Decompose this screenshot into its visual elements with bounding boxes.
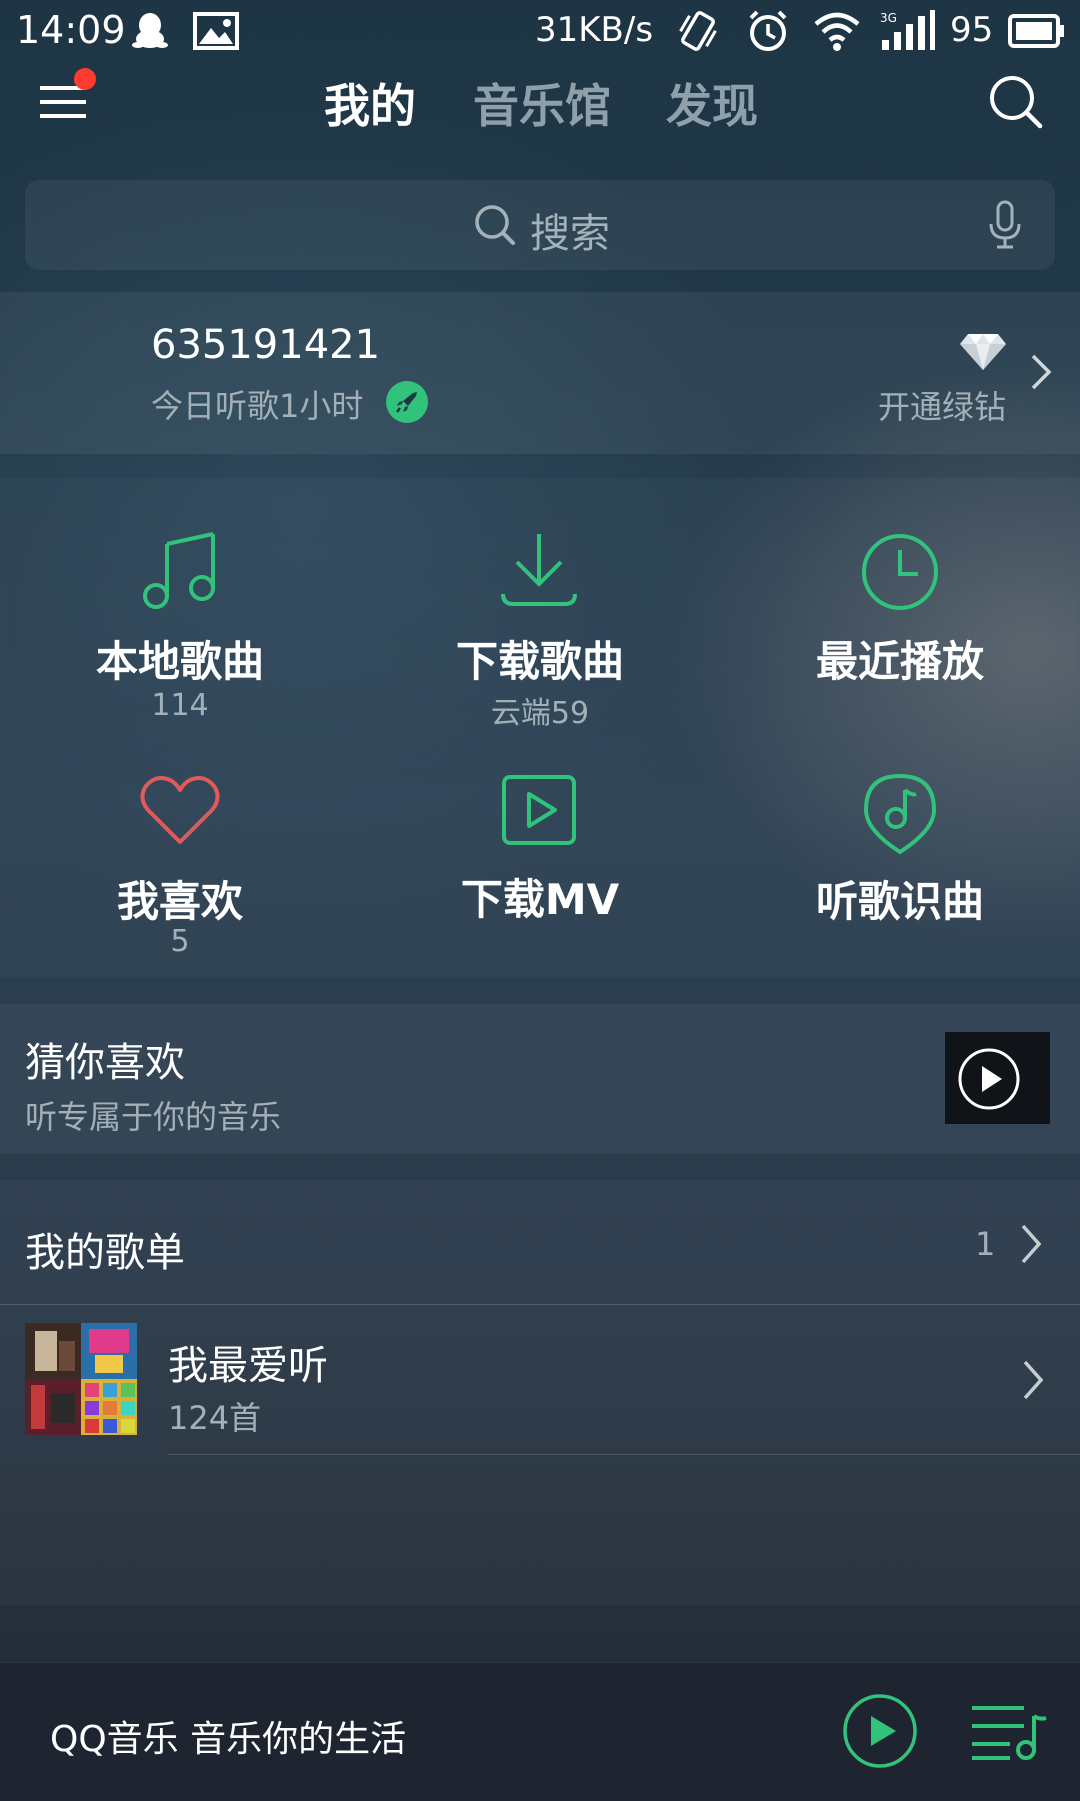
playlist-header-chevron-icon[interactable] — [1018, 1222, 1044, 1266]
account-listen-time: 今日听歌1小时 — [151, 387, 364, 425]
music-note-icon — [140, 528, 220, 612]
grid-sub-favorites: 5 — [170, 924, 190, 959]
clock-icon — [860, 532, 940, 612]
wifi-icon — [812, 10, 862, 52]
guess-title: 猜你喜欢 — [25, 1040, 185, 1086]
header-search-icon[interactable] — [988, 74, 1044, 130]
account-user-id: 635191421 — [151, 322, 381, 368]
grid-sub-download-songs: 云端59 — [490, 696, 590, 731]
image-icon — [193, 12, 239, 50]
alarm-icon — [745, 8, 791, 54]
account-card[interactable] — [0, 292, 1080, 454]
microphone-icon[interactable] — [987, 200, 1023, 250]
status-bar: 14:09 31KB/s 3G 95 — [0, 0, 1080, 62]
playlist-item[interactable] — [0, 1306, 1080, 1454]
heart-icon — [140, 774, 220, 846]
tab-discover[interactable]: 发现 — [666, 70, 758, 136]
playlist-name: 我最爱听 — [168, 1343, 328, 1389]
grid-label-download-songs: 下载歌曲 — [455, 637, 624, 686]
network-speed: 31KB/s — [535, 10, 654, 50]
player-play-button[interactable] — [842, 1693, 918, 1769]
diamond-icon — [958, 332, 1008, 372]
rocket-icon — [386, 381, 428, 423]
player-now-playing-text: QQ音乐 音乐你的生活 — [50, 1719, 407, 1760]
search-icon — [474, 204, 516, 246]
playlist-cover-image — [25, 1323, 137, 1435]
grid-label-favorites: 我喜欢 — [116, 877, 243, 926]
playlist-item-chevron-icon — [1020, 1358, 1046, 1402]
qq-icon — [130, 10, 170, 50]
battery-level: 95 — [950, 10, 994, 50]
playlist-song-count: 124首 — [168, 1399, 262, 1437]
grid-label-local-songs: 本地歌曲 — [95, 637, 264, 686]
divider — [0, 1304, 1080, 1305]
notification-dot — [74, 68, 96, 90]
tab-mine[interactable]: 我的 — [324, 70, 416, 136]
divider — [168, 1454, 1080, 1455]
svg-text:3G: 3G — [880, 11, 897, 25]
music-recognize-icon — [862, 772, 938, 856]
search-placeholder: 搜索 — [530, 211, 610, 257]
playlist-count: 1 — [975, 1225, 996, 1263]
account-chevron-right-icon[interactable] — [1028, 352, 1054, 392]
grid-sub-local-songs: 114 — [151, 688, 209, 723]
battery-icon — [1008, 14, 1066, 48]
playlist-queue-icon[interactable] — [970, 1702, 1048, 1762]
status-time: 14:09 — [16, 8, 126, 52]
signal-3g-icon: 3G — [880, 10, 936, 52]
guess-subtitle: 听专属于你的音乐 — [25, 1098, 282, 1136]
download-icon — [499, 530, 579, 610]
vip-label[interactable]: 开通绿钻 — [878, 382, 1006, 428]
playlist-header-title: 我的歌单 — [25, 1230, 185, 1276]
tab-music-hall[interactable]: 音乐馆 — [473, 70, 611, 136]
vibrate-icon — [675, 8, 721, 54]
grid-label-music-recognize: 听歌识曲 — [815, 877, 984, 926]
grid-label-recent-plays: 最近播放 — [815, 637, 984, 686]
video-play-icon — [501, 774, 577, 846]
grid-label-download-mv: 下载MV — [460, 875, 620, 924]
guess-play-button[interactable] — [957, 1047, 1021, 1111]
